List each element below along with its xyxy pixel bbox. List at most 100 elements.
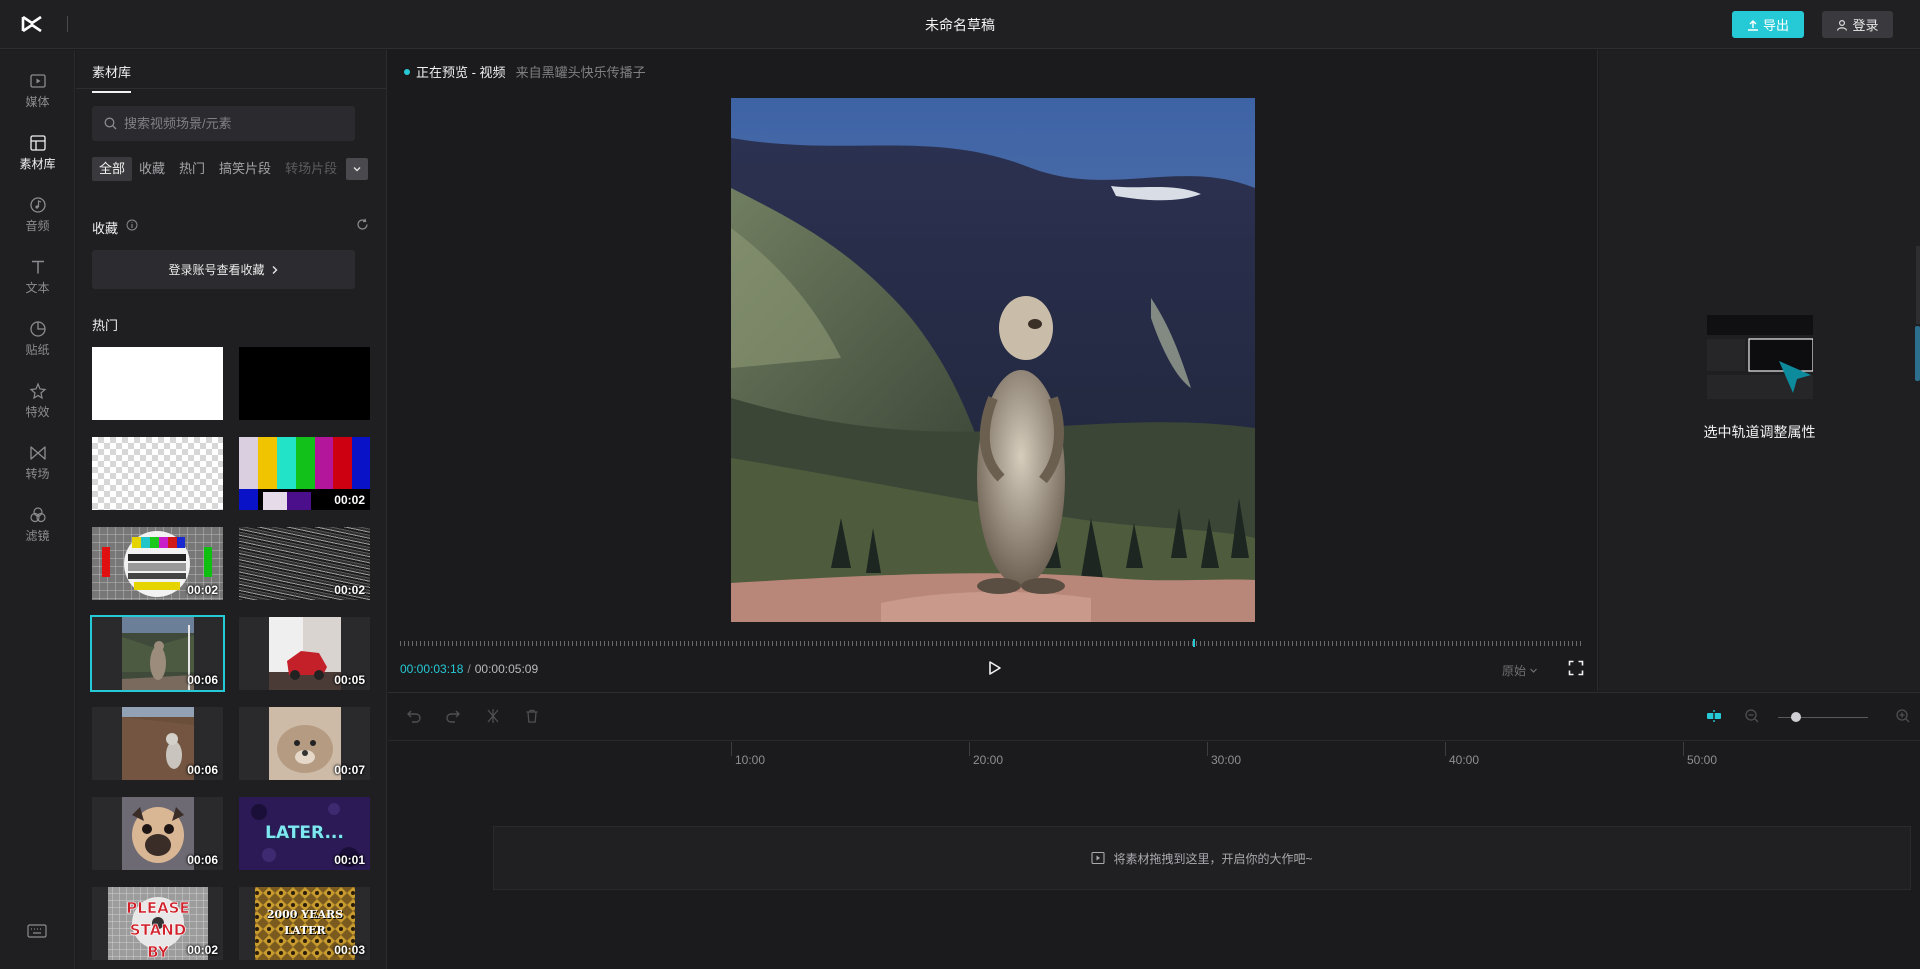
filter-expand-button[interactable]: [346, 158, 368, 180]
left-nav: 媒体 素材库 音频 文本 贴纸 特效 转场 滤镜: [0, 50, 75, 969]
video-frame[interactable]: [731, 98, 1255, 622]
nav-item-filter[interactable]: 滤镜: [0, 496, 75, 554]
duration-label: 00:03: [334, 943, 365, 957]
duration-label: 00:06: [187, 673, 218, 687]
preview-source[interactable]: 来自黑罐头快乐传播子: [516, 62, 646, 81]
ruler-tick: [969, 742, 970, 756]
panel-edge-handle[interactable]: [1914, 246, 1920, 421]
media-icon: [29, 74, 46, 88]
duration-label: 00:06: [187, 853, 218, 867]
duration-label: 00:01: [334, 853, 365, 867]
draft-title[interactable]: 未命名草稿: [0, 15, 1920, 35]
thumb-pug[interactable]: 00:06: [92, 797, 223, 870]
nav-label: 贴纸: [25, 343, 50, 357]
chevron-right-icon: [272, 265, 277, 274]
ruler-tick: [1683, 742, 1684, 756]
nav-label: 音频: [25, 219, 50, 233]
capcut-logo-icon[interactable]: [20, 14, 44, 34]
zoom-out-icon[interactable]: [1744, 708, 1760, 724]
total-time: 00:00:05:09: [474, 662, 539, 676]
thumb-toy-car[interactable]: 00:05: [239, 617, 370, 690]
filter-hot[interactable]: 热门: [172, 157, 212, 181]
timeline-panel: 10:00 20:00 30:00 40:00 50:00 将素材拖拽到这里，开…: [388, 692, 1920, 969]
nav-item-media[interactable]: 媒体: [0, 62, 75, 120]
thumb-color-bars[interactable]: 00:02: [239, 437, 370, 510]
select-track-illustration-icon: [1707, 315, 1813, 399]
redo-icon[interactable]: [445, 708, 461, 724]
time-separator: /: [467, 662, 471, 676]
zoom-slider-handle[interactable]: [1791, 712, 1801, 722]
filter-transition[interactable]: 转场片段: [278, 157, 344, 181]
thumb-later-text[interactable]: LATER... 00:01: [239, 797, 370, 870]
timeline-toolbar: [388, 693, 1920, 741]
duration-label: 00:02: [334, 583, 365, 597]
duration-label: 00:07: [334, 763, 365, 777]
nav-label: 转场: [25, 467, 50, 481]
nav-item-audio[interactable]: 音频: [0, 186, 75, 244]
thumb-transparent[interactable]: [92, 437, 223, 510]
keyboard-icon[interactable]: [27, 923, 47, 939]
split-icon[interactable]: [485, 708, 501, 724]
chevron-down-icon: [353, 167, 361, 172]
thumb-static-noise[interactable]: 00:02: [239, 527, 370, 600]
nav-item-effects[interactable]: 特效: [0, 372, 75, 430]
delete-icon[interactable]: [524, 708, 540, 724]
ruler-tick: [1207, 742, 1208, 756]
play-icon[interactable]: [985, 659, 1003, 677]
fullscreen-icon[interactable]: [1568, 660, 1584, 676]
playhead[interactable]: [1193, 639, 1195, 647]
thumb-years-later[interactable]: 2000 YEARS LATER 00:03: [239, 887, 370, 960]
drop-hint: 将素材拖拽到这里，开启你的大作吧~: [1113, 851, 1313, 866]
nav-label: 媒体: [25, 95, 50, 109]
favorites-title: 收藏: [92, 221, 119, 236]
filter-favorites[interactable]: 收藏: [132, 157, 172, 181]
login-button[interactable]: 登录: [1822, 11, 1893, 38]
search-icon: [104, 117, 117, 130]
nav-item-library[interactable]: 素材库: [0, 124, 75, 182]
aspect-ratio-select[interactable]: 原始: [1502, 662, 1538, 679]
sticker-icon: [29, 321, 46, 337]
current-time: 00:00:03:18: [400, 662, 464, 676]
properties-hint: 选中轨道调整属性: [1703, 424, 1816, 440]
thumb-puppy[interactable]: 00:07: [239, 707, 370, 780]
transition-icon: [29, 446, 46, 460]
time-ruler[interactable]: 10:00 20:00 30:00 40:00 50:00: [388, 742, 1920, 772]
filter-chips: 全部 收藏 热门 搞笑片段 转场片段: [92, 157, 355, 181]
export-label: 导出: [1762, 18, 1789, 33]
scrubber[interactable]: [400, 639, 1584, 647]
ruler-label: 50:00: [1687, 753, 1718, 767]
properties-panel: 选中轨道调整属性: [1599, 50, 1920, 691]
filter-funny[interactable]: 搞笑片段: [212, 157, 278, 181]
thumb-black[interactable]: [239, 347, 370, 420]
login-to-view-favorites-button[interactable]: 登录账号查看收藏: [92, 250, 355, 289]
nav-item-sticker[interactable]: 贴纸: [0, 310, 75, 368]
filter-all[interactable]: 全部: [92, 157, 133, 181]
user-icon: [1837, 19, 1848, 31]
thumb-test-card[interactable]: 00:02: [92, 527, 223, 600]
ruler-tick: [731, 742, 732, 756]
info-icon[interactable]: [126, 219, 138, 231]
thumb-white[interactable]: [92, 347, 223, 420]
top-divider: [67, 16, 68, 32]
thumb-marmot[interactable]: 00:06: [90, 615, 225, 692]
preview-status: 正在预览 - 视频: [416, 65, 506, 80]
thumb-dog-field[interactable]: 00:06: [92, 707, 223, 780]
thumb-stand-by[interactable]: PLEASE STAND BY 00:02: [92, 887, 223, 960]
filter-icon: [29, 507, 46, 523]
nav-label: 滤镜: [25, 529, 50, 543]
undo-icon[interactable]: [406, 708, 422, 724]
zoom-in-icon[interactable]: [1895, 708, 1911, 724]
tab-underline: [76, 88, 386, 89]
media-drop-zone[interactable]: 将素材拖拽到这里，开启你的大作吧~: [493, 826, 1911, 890]
preview-header: 正在预览 - 视频 来自黑罐头快乐传播子: [404, 62, 646, 81]
export-button[interactable]: 导出: [1732, 11, 1804, 38]
nav-label: 特效: [25, 405, 50, 419]
nav-item-text[interactable]: 文本: [0, 248, 75, 306]
snap-icon[interactable]: [1706, 708, 1722, 724]
refresh-icon[interactable]: [356, 218, 369, 231]
search-input[interactable]: [124, 116, 344, 131]
nav-item-transition[interactable]: 转场: [0, 434, 75, 492]
ruler-label: 40:00: [1449, 753, 1480, 767]
search-box[interactable]: [92, 106, 355, 141]
nav-label: 素材库: [19, 157, 56, 171]
